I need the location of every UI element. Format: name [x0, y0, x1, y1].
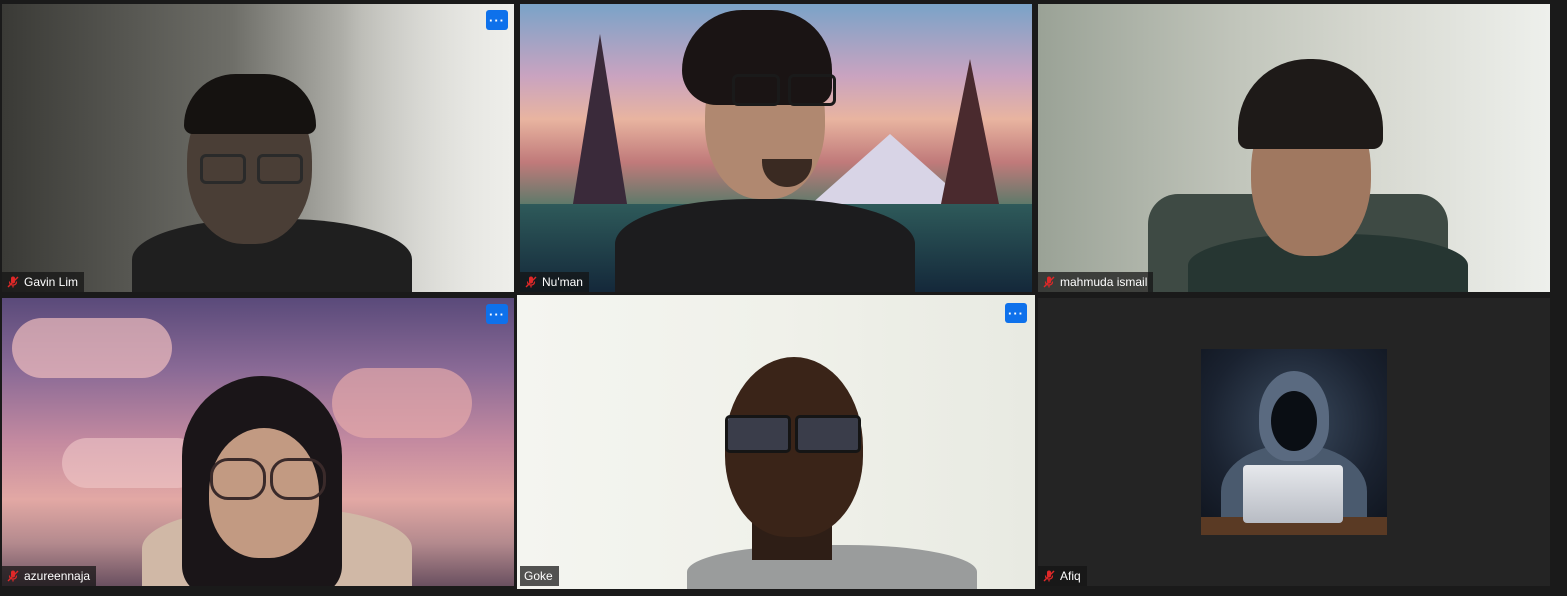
more-options-button[interactable]: ···: [486, 10, 508, 30]
video-tile-gavin-lim[interactable]: ··· Gavin Lim: [2, 4, 514, 292]
participant-body: [687, 545, 977, 589]
participant-name: Gavin Lim: [24, 275, 79, 289]
video-tile-azureennaja[interactable]: ··· azureennaja: [2, 298, 514, 586]
video-tile-afiq[interactable]: Afiq: [1038, 298, 1550, 586]
participant-nameplate: Nu'man: [520, 272, 589, 292]
participant-name: Goke: [524, 569, 553, 583]
participant-body: [615, 199, 915, 292]
participant-nameplate: Gavin Lim: [2, 272, 85, 292]
video-tile-numan[interactable]: Nu'man: [520, 4, 1032, 292]
participant-glasses: [210, 458, 266, 500]
participant-glasses: [200, 154, 246, 184]
participant-glasses: [725, 415, 791, 453]
participant-nameplate: mahmuda ismail: [1038, 272, 1154, 292]
participant-nameplate: azureennaja: [2, 566, 97, 586]
background-cloud: [12, 318, 172, 378]
muted-microphone-icon: [7, 570, 19, 582]
participant-name: azureennaja: [24, 569, 91, 583]
background-cloud: [332, 368, 472, 438]
laptop-icon: [1243, 465, 1343, 523]
avatar-hood-shadow: [1271, 391, 1317, 451]
participant-glasses: [732, 74, 780, 106]
muted-microphone-icon: [7, 276, 19, 288]
muted-microphone-icon: [1043, 570, 1055, 582]
participant-glasses: [788, 74, 836, 106]
participant-glasses: [270, 458, 326, 500]
participant-glasses: [795, 415, 861, 453]
participant-glasses: [257, 154, 303, 184]
more-options-button[interactable]: ···: [486, 304, 508, 324]
participant-nameplate: Goke: [520, 566, 559, 586]
participant-name: Afiq: [1060, 569, 1081, 583]
participant-nameplate: Afiq: [1038, 566, 1087, 586]
participant-name: mahmuda ismail: [1060, 275, 1148, 289]
background-cloud: [62, 438, 202, 488]
muted-microphone-icon: [525, 276, 537, 288]
participant-name: Nu'man: [542, 275, 583, 289]
video-tile-mahmuda-ismail[interactable]: mahmuda ismail: [1038, 4, 1550, 292]
hooded-hacker-avatar: [1201, 349, 1387, 535]
video-tile-goke[interactable]: ··· Goke: [517, 295, 1035, 589]
more-options-button[interactable]: ···: [1005, 303, 1027, 323]
muted-microphone-icon: [1043, 276, 1055, 288]
